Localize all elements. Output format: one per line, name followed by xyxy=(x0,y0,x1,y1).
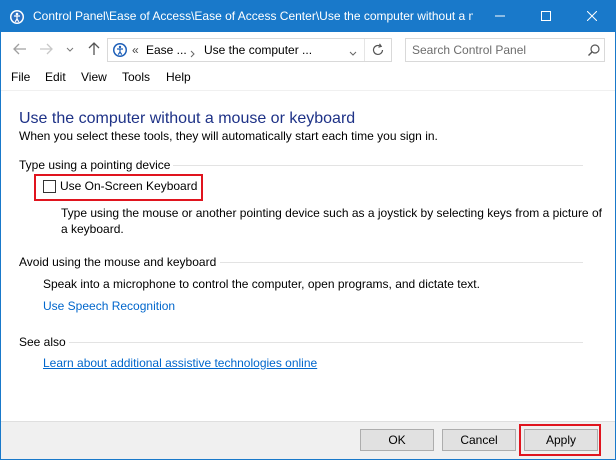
arrow-left-icon xyxy=(13,43,26,55)
menu-help[interactable]: Help xyxy=(166,70,191,84)
ok-button[interactable]: OK xyxy=(360,429,434,451)
minimize-button[interactable] xyxy=(477,1,523,32)
back-button[interactable] xyxy=(11,40,29,58)
control-panel-window: Control Panel\Ease of Access\Ease of Acc… xyxy=(0,0,616,460)
navigation-bar: « Ease ... Use the computer ... xyxy=(1,32,615,66)
menu-bar: File Edit View Tools Help xyxy=(1,66,615,88)
window-title: Control Panel\Ease of Access\Ease of Acc… xyxy=(33,9,473,23)
main-content: Use the computer without a mouse or keyb… xyxy=(1,91,615,421)
breadcrumb-current-page[interactable]: Use the computer ... xyxy=(204,43,312,57)
on-screen-keyboard-label[interactable]: Use On-Screen Keyboard xyxy=(60,179,197,193)
forward-button[interactable] xyxy=(37,40,55,58)
menu-tools[interactable]: Tools xyxy=(122,70,150,84)
up-button[interactable] xyxy=(85,40,103,58)
speech-recognition-link[interactable]: Use Speech Recognition xyxy=(43,299,175,313)
control-panel-icon xyxy=(112,42,128,58)
assistive-technologies-link[interactable]: Learn about additional assistive technol… xyxy=(43,356,317,370)
section-divider xyxy=(69,342,583,343)
section-divider xyxy=(220,262,583,263)
arrow-up-icon xyxy=(88,42,100,55)
title-bar[interactable]: Control Panel\Ease of Access\Ease of Acc… xyxy=(1,1,615,32)
search-icon[interactable] xyxy=(587,43,601,60)
chevron-down-icon xyxy=(66,47,74,52)
address-divider xyxy=(364,39,365,61)
on-screen-keyboard-description: Type using the mouse or another pointing… xyxy=(61,206,602,236)
menu-view[interactable]: View xyxy=(81,70,107,84)
breadcrumb-ease-of-access[interactable]: Ease ... xyxy=(146,43,187,57)
recent-locations-button[interactable] xyxy=(63,40,77,58)
cancel-button[interactable]: Cancel xyxy=(442,429,516,451)
page-title: Use the computer without a mouse or keyb… xyxy=(19,110,356,127)
close-button[interactable] xyxy=(569,1,615,32)
control-panel-icon xyxy=(9,9,25,25)
minimize-icon xyxy=(495,15,505,17)
section-divider xyxy=(173,165,583,166)
breadcrumb-overflow[interactable]: « xyxy=(132,43,139,57)
chevron-right-icon[interactable] xyxy=(189,47,197,61)
menu-edit[interactable]: Edit xyxy=(45,70,66,84)
refresh-button[interactable] xyxy=(370,42,386,61)
maximize-icon xyxy=(541,11,551,21)
speech-recognition-description: Speak into a microphone to control the c… xyxy=(43,277,480,291)
section-heading-avoid-mouse-keyboard: Avoid using the mouse and keyboard xyxy=(19,255,217,269)
maximize-button[interactable] xyxy=(523,1,569,32)
highlight-box-apply xyxy=(519,424,601,456)
chevron-down-icon xyxy=(349,51,357,56)
section-heading-see-also: See also xyxy=(19,335,66,349)
menu-file[interactable]: File xyxy=(11,70,30,84)
search-box[interactable] xyxy=(405,38,605,62)
refresh-icon xyxy=(372,43,384,56)
arrow-right-icon xyxy=(40,43,53,55)
on-screen-keyboard-checkbox[interactable] xyxy=(43,180,56,193)
address-history-button[interactable] xyxy=(348,47,358,61)
close-icon xyxy=(587,11,597,21)
section-heading-pointing-device: Type using a pointing device xyxy=(19,158,171,172)
page-subtitle: When you select these tools, they will a… xyxy=(19,129,438,143)
search-input[interactable] xyxy=(406,39,586,61)
address-bar[interactable]: « Ease ... Use the computer ... xyxy=(107,38,392,62)
